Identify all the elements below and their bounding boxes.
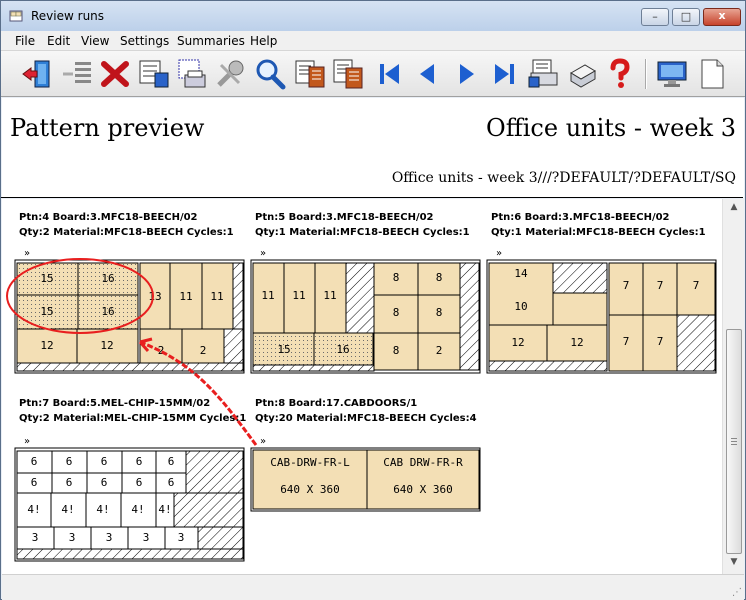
maximize-icon: □ (680, 10, 692, 23)
menu-summaries[interactable]: Summaries (177, 34, 245, 48)
tools-icon[interactable] (213, 57, 247, 91)
document-icon[interactable] (695, 57, 729, 91)
close-button[interactable]: x (703, 8, 741, 26)
last-page-icon[interactable] (487, 57, 521, 91)
scroll-grip (731, 441, 737, 442)
title-bar[interactable]: Review runs – □ x (1, 1, 745, 31)
batch-print-icon[interactable] (527, 57, 561, 91)
pattern-preview-area: Ptn:4 Board:3.MFC18-BEECH/02 Qty:2 Mater… (2, 199, 722, 574)
window-title: Review runs (31, 9, 105, 23)
menu-edit[interactable]: Edit (47, 34, 70, 48)
delete-run-icon[interactable] (61, 57, 95, 91)
scroll-down-icon[interactable]: ▼ (727, 557, 741, 571)
review-runs-window: Review runs – □ x File Edit View Setting… (0, 0, 746, 600)
toolbar-separator (645, 59, 647, 89)
run-title: Office units - week 3 (486, 114, 736, 142)
minimize-icon: – (652, 10, 658, 23)
page-title: Pattern preview (10, 114, 205, 142)
report-header: Pattern preview Office units - week 3 Of… (2, 98, 744, 198)
menu-help[interactable]: Help (250, 34, 277, 48)
close-icon: x (718, 9, 726, 22)
toolbar (1, 51, 745, 97)
previous-page-icon[interactable] (411, 57, 445, 91)
next-page-icon[interactable] (449, 57, 483, 91)
scroll-grip (731, 444, 737, 445)
menu-view[interactable]: View (81, 34, 109, 48)
scroll-grip (731, 438, 737, 439)
maximize-button[interactable]: □ (672, 8, 700, 26)
search-icon[interactable] (253, 57, 287, 91)
pattern-print-icon[interactable] (175, 57, 209, 91)
cancel-icon[interactable] (99, 57, 133, 91)
highlight-ellipse (6, 258, 154, 334)
scroll-thumb[interactable] (726, 329, 742, 554)
menu-file[interactable]: File (15, 34, 35, 48)
report-icon[interactable] (293, 57, 327, 91)
menu-bar: File Edit View Settings Summaries Help (1, 31, 745, 51)
printer-icon[interactable] (565, 57, 599, 91)
scroll-up-icon[interactable]: ▲ (727, 202, 741, 216)
status-bar: ⋰ (2, 574, 744, 600)
minimize-button[interactable]: – (641, 8, 669, 26)
first-page-icon[interactable] (373, 57, 407, 91)
app-icon (9, 10, 23, 22)
pattern-list-icon[interactable] (137, 57, 171, 91)
display-settings-icon[interactable] (655, 57, 689, 91)
menu-settings[interactable]: Settings (120, 34, 169, 48)
help-icon[interactable] (603, 57, 637, 91)
red-annotation (6, 258, 258, 446)
resize-grip-icon[interactable]: ⋰ (732, 587, 742, 598)
run-subtitle: Office units - week 3///?DEFAULT/?DEFAUL… (391, 170, 736, 186)
header-divider (1, 197, 743, 198)
annotation-arrow (139, 340, 258, 446)
report-list-icon[interactable] (331, 57, 365, 91)
exit-icon[interactable] (21, 57, 55, 91)
vertical-scrollbar[interactable]: ▲ ▼ (722, 199, 744, 574)
